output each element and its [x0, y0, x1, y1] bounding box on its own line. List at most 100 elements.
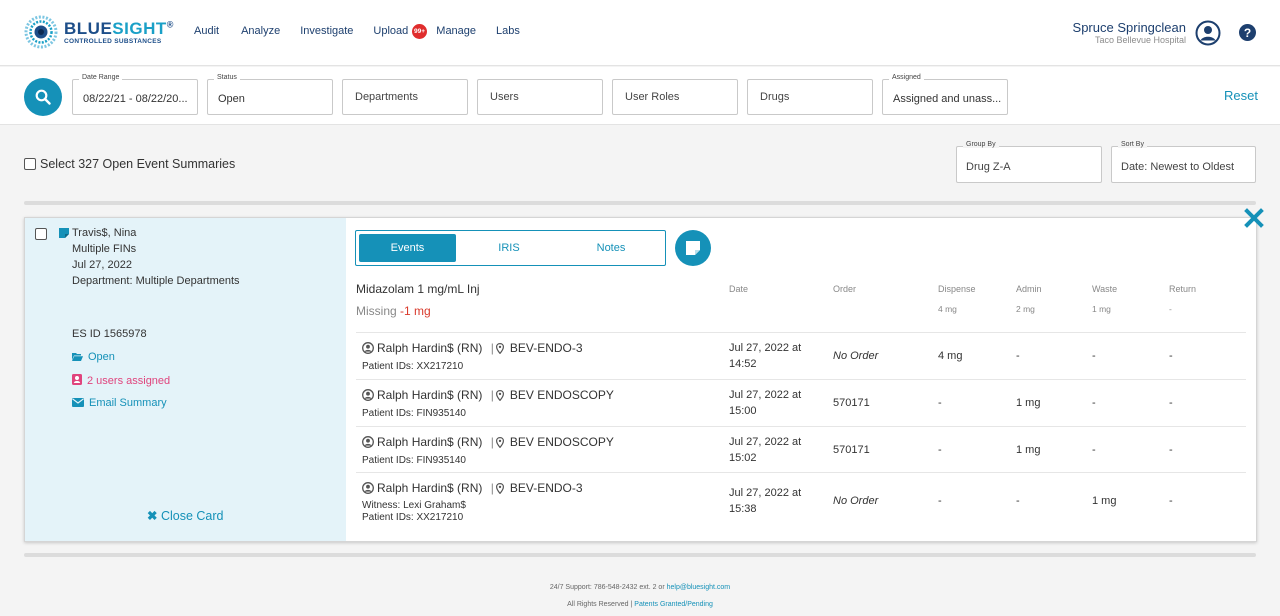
nav-upload[interactable]: Upload	[373, 25, 408, 37]
row-admin: 1 mg	[1016, 444, 1041, 456]
close-card-label: Close Card	[160, 509, 224, 523]
notification-badge: 99+	[412, 24, 427, 39]
row-order: 570171	[833, 444, 870, 456]
location-pin-icon	[495, 482, 504, 495]
row-admin: -	[1016, 350, 1020, 362]
row-admin: 1 mg	[1016, 397, 1041, 409]
row-return: -	[1169, 495, 1173, 507]
email-summary-link[interactable]: Email Summary	[72, 397, 167, 409]
tab-events[interactable]: Events	[359, 234, 456, 262]
card-summary-panel: Travis$, Nina Multiple FINs Jul 27, 2022…	[25, 218, 346, 541]
close-card-button[interactable]: ✖ Close Card	[147, 508, 224, 523]
email-summary-label: Email Summary	[89, 397, 167, 409]
tab-iris[interactable]: IRIS	[460, 234, 558, 262]
support-text: 24/7 Support: 786-548-2432 ext. 2 or	[549, 584, 665, 591]
status-filter[interactable]: Status Open	[207, 74, 333, 115]
total-waste: 1 mg	[1092, 304, 1111, 314]
row-dispense: -	[938, 444, 942, 456]
sort-by-select[interactable]: Sort By Date: Newest to Oldest	[1111, 141, 1256, 183]
table-row[interactable]: Ralph Hardin$ (RN) | BEV-ENDO-3 Patient I…	[356, 333, 1246, 379]
assigned-users-link[interactable]: 2 users assigned	[72, 374, 170, 387]
svg-text:?: ?	[1244, 26, 1251, 40]
date-range-label: Date Range	[79, 74, 123, 81]
patient-name: Travis$, Nina	[72, 227, 137, 239]
select-all[interactable]: Select 327 Open Event Summaries	[24, 157, 235, 171]
group-by-value: Drug Z-A	[966, 161, 1011, 173]
drugs-filter[interactable]: Drugs	[747, 79, 873, 115]
footer-rights: All Rights Reserved | Patents Granted/Pe…	[0, 601, 1280, 608]
select-all-label: Select 327 Open Event Summaries	[40, 157, 236, 171]
nav-manage[interactable]: Manage	[436, 25, 476, 37]
row-dispense: 4 mg	[938, 350, 963, 362]
users-placeholder: Users	[490, 91, 519, 103]
location-pin-icon	[495, 436, 504, 449]
row-date: Jul 27, 2022 at 14:52	[729, 342, 802, 370]
list-divider	[24, 553, 1256, 557]
group-by-label: Group By	[963, 141, 999, 148]
help-icon[interactable]: ?	[1239, 24, 1256, 41]
close-small-icon: ✖	[147, 509, 158, 523]
sort-by-value: Date: Newest to Oldest	[1121, 161, 1235, 173]
departments-placeholder: Departments	[355, 91, 418, 103]
table-row[interactable]: Ralph Hardin$ (RN) | BEV ENDOSCOPY Patien…	[356, 380, 1246, 426]
users-filter[interactable]: Users	[477, 79, 603, 115]
table-row[interactable]: Ralph Hardin$ (RN) | BEV-ENDO-3 Witness: …	[356, 473, 1246, 531]
assigned-users-label: 2 users assigned	[87, 375, 171, 387]
user-circle-icon	[362, 389, 374, 401]
user-roles-placeholder: User Roles	[625, 91, 680, 103]
user-circle-icon	[362, 342, 374, 354]
row-waste: 1 mg	[1092, 495, 1117, 507]
tab-notes[interactable]: Notes	[562, 234, 660, 262]
user-circle-icon	[362, 436, 374, 448]
col-admin: Admin	[1016, 284, 1042, 294]
nav-investigate[interactable]: Investigate	[300, 25, 353, 37]
total-dispense: 4 mg	[938, 304, 957, 314]
filter-bar: Date Range 08/22/21 - 08/22/20... Status…	[0, 67, 1280, 125]
nav-analyze[interactable]: Analyze	[241, 25, 280, 37]
add-note-button[interactable]	[675, 230, 711, 266]
department: Department: Multiple Departments	[72, 275, 240, 287]
support-email-link[interactable]: help@bluesight.com	[667, 584, 731, 591]
card-checkbox[interactable]	[35, 228, 47, 240]
nav-labs[interactable]: Labs	[496, 25, 520, 37]
rights-text: All Rights Reserved |	[567, 601, 633, 608]
search-icon	[35, 89, 51, 105]
row-date: Jul 27, 2022 at 15:02	[729, 436, 802, 464]
assigned-user-icon	[72, 374, 82, 385]
search-button[interactable]	[24, 78, 62, 116]
card-tabs: Events IRIS Notes	[355, 230, 666, 266]
bluesight-logo[interactable]: BLUESIGHT® CONTROLLED SUBSTANCES	[24, 15, 174, 51]
departments-filter[interactable]: Departments	[342, 79, 468, 115]
folder-open-icon	[72, 353, 83, 361]
status-link[interactable]: Open	[72, 351, 115, 363]
row-return: -	[1169, 350, 1173, 362]
row-patient-ids: Patient IDs: FIN935140	[362, 408, 466, 419]
top-header: BLUESIGHT® CONTROLLED SUBSTANCES Audit A…	[0, 0, 1280, 66]
row-dispense: -	[938, 397, 942, 409]
row-order: 570171	[833, 397, 870, 409]
patents-link[interactable]: Patents Granted/Pending	[634, 601, 713, 608]
sticky-note-icon	[686, 241, 700, 255]
user-circle-icon	[362, 482, 374, 494]
row-patient-ids: Patient IDs: XX217210	[362, 361, 464, 372]
user-roles-filter[interactable]: User Roles	[612, 79, 738, 115]
user-avatar-icon[interactable]	[1195, 20, 1221, 46]
date-range-filter[interactable]: Date Range 08/22/21 - 08/22/20...	[72, 74, 198, 115]
missing-label: Missing	[356, 304, 397, 318]
event-summary-card: Travis$, Nina Multiple FINs Jul 27, 2022…	[24, 217, 1257, 542]
assigned-filter[interactable]: Assigned Assigned and unass...	[882, 74, 1008, 115]
select-all-checkbox[interactable]	[24, 158, 36, 170]
note-icon	[59, 228, 69, 238]
user-name: Spruce Springclean	[1072, 20, 1186, 35]
reset-button[interactable]: Reset	[1224, 88, 1258, 103]
close-icon[interactable]	[1244, 208, 1264, 228]
group-by-select[interactable]: Group By Drug Z-A	[956, 141, 1102, 183]
row-return: -	[1169, 397, 1173, 409]
col-order: Order	[833, 284, 857, 294]
drugs-placeholder: Drugs	[760, 91, 790, 103]
nav-audit[interactable]: Audit	[194, 25, 219, 37]
row-patient-ids: Patient IDs: XX217210	[362, 512, 464, 523]
table-row[interactable]: Ralph Hardin$ (RN) | BEV ENDOSCOPY Patien…	[356, 427, 1246, 473]
row-person: Ralph Hardin$ (RN) | BEV ENDOSCOPY	[362, 435, 614, 449]
bluesight-logo-icon	[24, 15, 58, 49]
